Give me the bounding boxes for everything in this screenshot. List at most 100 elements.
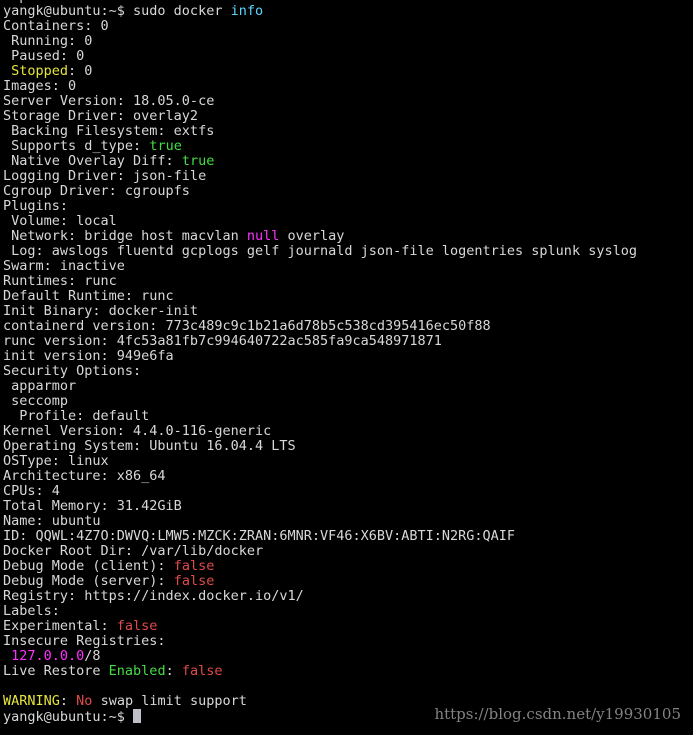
terminal-text: Native Overlay Diff: (3, 153, 182, 169)
terminal-line: Backing Filesystem: extfs (3, 124, 637, 139)
terminal-text: Storage Driver: overlay2 (3, 108, 199, 124)
terminal-text: yangk@ubuntu:~$ (3, 709, 134, 725)
terminal-line: runc version: 4fc53a81fb7c994640722ac585… (3, 334, 637, 349)
terminal-text: Plugins: (3, 198, 69, 214)
terminal-text: Running: 0 (3, 33, 93, 49)
terminal-line: containerd version: 773c489c9c1b21a6d78b… (3, 319, 637, 334)
terminal-line: Log: awslogs fluentd gcplogs gelf journa… (3, 244, 637, 259)
terminal-text: containerd version: 773c489c9c1b21a6d78b… (3, 318, 491, 334)
terminal-text: Security Options: (3, 363, 142, 379)
terminal-text: false (173, 558, 215, 574)
terminal-text: Insecure Registries: (3, 633, 166, 649)
terminal-text: OSType: linux (3, 453, 109, 469)
terminal-line: Live Restore Enabled: false (3, 664, 637, 679)
terminal-text: Swarm: inactive (3, 258, 125, 274)
terminal-text: Stopped (11, 63, 69, 79)
terminal-text: Registry: https://index.docker.io/v1/ (3, 588, 304, 604)
terminal-text: false (181, 663, 223, 679)
terminal-text: Init Binary: docker-init (3, 303, 199, 319)
terminal-text: Live Restore (3, 663, 109, 679)
terminal-line: Cgroup Driver: cgroupfs (3, 184, 637, 199)
terminal-line: Security Options: (3, 364, 637, 379)
terminal-line: Registry: https://index.docker.io/v1/ (3, 589, 637, 604)
terminal-line: Containers: 0 (3, 19, 637, 34)
terminal-text: Network: bridge host macvlan (3, 228, 247, 244)
terminal-text: : 0 (68, 63, 93, 79)
terminal-line: CPUs: 4 (3, 484, 637, 499)
terminal-line: seccomp (3, 394, 637, 409)
terminal-text: : (165, 663, 182, 679)
terminal-line: Profile: default (3, 409, 637, 424)
terminal-text: false (173, 573, 215, 589)
terminal-text: Enabled (108, 663, 166, 679)
terminal-output[interactable]: Experimental: false yangk@ubuntu:~$ sudo … (3, 0, 637, 725)
terminal-line: Volume: local (3, 214, 637, 229)
terminal-line: Images: 0 (3, 79, 637, 94)
terminal-text: Debug Mode (client): (3, 558, 174, 574)
terminal-text: Debug Mode (server): (3, 573, 174, 589)
terminal-text: CPUs: 4 (3, 483, 60, 499)
terminal-text: apparmor (3, 378, 77, 394)
terminal-text: Server Version: 18.05.0-ce (3, 93, 215, 109)
terminal-text: seccomp (3, 393, 69, 409)
terminal-line: Default Runtime: runc (3, 289, 637, 304)
terminal-cursor (133, 709, 142, 723)
terminal-text: Log: awslogs fluentd gcplogs gelf journa… (3, 243, 637, 259)
terminal-line: Network: bridge host macvlan null overla… (3, 229, 637, 244)
terminal-line: 127.0.0.0/8 (3, 649, 637, 664)
watermark: https://blog.csdn.net/y19930105 (434, 705, 681, 723)
terminal-text: Experimental: (3, 618, 117, 634)
terminal-line: Swarm: inactive (3, 259, 637, 274)
terminal-line: OSType: linux (3, 454, 637, 469)
terminal-text: false (116, 618, 158, 634)
terminal-line: Native Overlay Diff: true (3, 154, 637, 169)
terminal-line: Logging Driver: json-file (3, 169, 637, 184)
terminal-text: Backing Filesystem: extfs (3, 123, 215, 139)
terminal-text: overlay (279, 228, 345, 244)
terminal-line: apparmor (3, 379, 637, 394)
terminal-line: Name: ubuntu (3, 514, 637, 529)
terminal-line: Paused: 0 (3, 49, 637, 64)
terminal-text: yangk@ubuntu:~$ sudo docker (3, 3, 231, 19)
terminal-text: info (230, 3, 264, 19)
terminal-line: Running: 0 (3, 34, 637, 49)
terminal-text: : (59, 693, 77, 709)
terminal-line: Insecure Registries: (3, 634, 637, 649)
terminal-text: Containers: 0 (3, 18, 109, 34)
terminal-text: Cgroup Driver: cgroupfs (3, 183, 190, 199)
terminal-line: Operating System: Ubuntu 16.04.4 LTS (3, 439, 637, 454)
terminal-text: No (76, 693, 93, 709)
terminal-line: Debug Mode (server): false (3, 574, 637, 589)
terminal-line: Init Binary: docker-init (3, 304, 637, 319)
terminal-line: Supports d_type: true (3, 139, 637, 154)
terminal-line: Server Version: 18.05.0-ce (3, 94, 637, 109)
terminal-text: true (181, 153, 215, 169)
terminal-line: Runtimes: runc (3, 274, 637, 289)
terminal-text: ID: QQWL:4Z7O:DWVQ:LMW5:MZCK:ZRAN:6MNR:V… (3, 528, 516, 544)
terminal-line: Kernel Version: 4.4.0-116-generic (3, 424, 637, 439)
terminal-text: WARNING (3, 693, 60, 709)
terminal-text: Default Runtime: runc (3, 288, 174, 304)
terminal-line: Stopped: 0 (3, 64, 637, 79)
terminal-text: /8 (84, 648, 101, 664)
terminal-line: Total Memory: 31.42GiB (3, 499, 637, 514)
terminal-line: yangk@ubuntu:~$ sudo docker info (3, 4, 637, 19)
terminal-line: Storage Driver: overlay2 (3, 109, 637, 124)
terminal-text: Logging Driver: json-file (3, 168, 207, 184)
terminal-line: Architecture: x86_64 (3, 469, 637, 484)
terminal-text: init version: 949e6fa (3, 348, 174, 364)
terminal-line: Debug Mode (client): false (3, 559, 637, 574)
terminal-line: ID: QQWL:4Z7O:DWVQ:LMW5:MZCK:ZRAN:6MNR:V… (3, 529, 637, 544)
terminal-text: runc version: 4fc53a81fb7c994640722ac585… (3, 333, 442, 349)
terminal-text: Paused: 0 (3, 48, 85, 64)
terminal-text: Operating System: Ubuntu 16.04.4 LTS (3, 438, 296, 454)
terminal-line: Docker Root Dir: /var/lib/docker (3, 544, 637, 559)
terminal-text: Runtimes: runc (3, 273, 117, 289)
terminal-text: Total Memory: 31.42GiB (3, 498, 182, 514)
terminal-text: Supports d_type: (3, 138, 150, 154)
terminal-text: 127.0.0.0 (11, 648, 85, 664)
terminal-text: swap limit support (92, 693, 247, 709)
